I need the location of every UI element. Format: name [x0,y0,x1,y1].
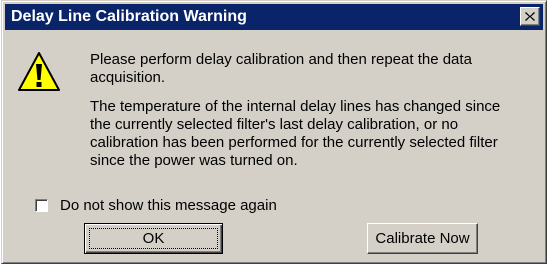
ok-button[interactable]: OK [84,223,223,254]
do-not-show-label[interactable]: Do not show this message again [60,197,277,214]
do-not-show-checkbox[interactable] [35,198,48,212]
dialog-title: Delay Line Calibration Warning [11,8,247,25]
warning-icon [18,52,60,91]
calibrate-now-label: Calibrate Now [375,230,470,247]
do-not-show-option[interactable]: Do not show this message again [35,196,277,214]
warning-dialog: Delay Line Calibration Warning Please pe… [1,0,547,264]
focus-rectangle [89,228,218,249]
primary-message: Please perform delay calibration and the… [90,51,472,86]
detail-message: The temperature of the internal delay li… [90,98,501,169]
close-icon [525,12,535,21]
title-bar[interactable]: Delay Line Calibration Warning [5,4,543,30]
close-button[interactable] [520,7,540,26]
calibrate-now-button[interactable]: Calibrate Now [367,223,478,254]
